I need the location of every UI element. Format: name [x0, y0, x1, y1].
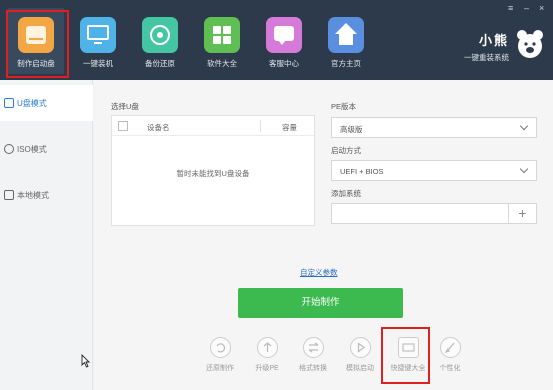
- pe-version-select[interactable]: 高级版: [331, 117, 537, 138]
- add-system-button[interactable]: +: [508, 204, 536, 223]
- nav-label: 备份还原: [145, 59, 175, 68]
- add-system-field[interactable]: +: [331, 203, 537, 224]
- tool-simulate-boot[interactable]: 模拟启动: [342, 337, 378, 373]
- menu-icon[interactable]: ≡: [508, 3, 513, 13]
- sidebar-item-usb-mode[interactable]: U盘模式: [0, 85, 93, 121]
- nav-backup-restore[interactable]: 备份还原: [132, 8, 188, 74]
- pe-version-value: 高级版: [340, 125, 363, 134]
- chat-icon: [266, 17, 302, 53]
- chevron-down-icon: [519, 164, 529, 174]
- tool-personalize[interactable]: 个性化: [432, 337, 468, 373]
- column-capacity: 容量: [282, 123, 297, 132]
- sidebar-item-local-mode[interactable]: 本地模式: [0, 177, 93, 213]
- minimize-icon[interactable]: –: [524, 3, 529, 13]
- custom-params-link[interactable]: 自定义参数: [300, 267, 338, 278]
- brand-title: 小熊: [478, 33, 509, 48]
- tool-restore-make[interactable]: 还原制作: [202, 337, 238, 373]
- brush-icon: [439, 337, 461, 358]
- nav-one-click-install[interactable]: 一键装机: [70, 8, 126, 74]
- column-device-name: 设备名: [147, 123, 170, 132]
- chevron-down-icon: [519, 121, 529, 131]
- usb-mode-icon: [4, 98, 14, 108]
- disc-icon: [4, 144, 14, 154]
- brand-subtitle: 一键重装系统: [464, 53, 509, 62]
- empty-device-message: 暂时未能找到U盘设备: [176, 169, 250, 178]
- apps-grid-icon: [204, 17, 240, 53]
- nav-customer-service[interactable]: 客服中心: [256, 8, 312, 74]
- tool-format-convert[interactable]: 格式转换: [295, 337, 331, 373]
- select-usb-label: 选择U盘: [111, 102, 139, 111]
- select-all-checkbox[interactable]: [118, 121, 128, 131]
- start-make-button[interactable]: 开始制作: [238, 288, 403, 318]
- play-icon: [349, 337, 371, 358]
- highlight-box: [381, 327, 430, 384]
- sidebar-item-label: U盘模式: [17, 98, 47, 108]
- tool-label: 升级PE: [255, 365, 279, 372]
- column-divider: [260, 120, 261, 132]
- home-icon: [328, 17, 364, 53]
- device-list-header: 设备名 容量: [112, 116, 314, 136]
- tool-label: 个性化: [439, 365, 461, 372]
- tool-label: 还原制作: [206, 365, 234, 372]
- sidebar: U盘模式 ISO模式 本地模式: [0, 80, 93, 390]
- nav-label: 官方主页: [331, 59, 361, 68]
- sidebar-item-label: 本地模式: [17, 190, 49, 200]
- boot-mode-value: UEFI + BIOS: [340, 167, 384, 176]
- bear-logo-icon: [517, 30, 543, 58]
- pe-version-label: PE版本: [331, 102, 357, 111]
- nav-label: 一键装机: [83, 59, 113, 68]
- mouse-cursor-icon: [81, 354, 90, 368]
- nav-label: 软件大全: [207, 59, 237, 68]
- highlight-box: [6, 10, 69, 78]
- sidebar-item-iso-mode[interactable]: ISO模式: [0, 131, 93, 167]
- local-drive-icon: [4, 190, 14, 200]
- sidebar-item-label: ISO模式: [17, 144, 47, 154]
- nav-software[interactable]: 软件大全: [194, 8, 250, 74]
- convert-icon: [302, 337, 324, 358]
- top-header: 制作启动盘 一键装机 备份还原 软件大全 客服中心 官方主页 ≡ – × 小熊 …: [0, 0, 553, 80]
- close-icon[interactable]: ×: [539, 3, 544, 13]
- tool-label: 模拟启动: [346, 365, 374, 372]
- tool-upgrade-pe[interactable]: 升级PE: [249, 337, 285, 373]
- brand: 小熊 一键重装系统: [464, 30, 509, 63]
- upgrade-icon: [256, 337, 278, 358]
- restore-icon: [142, 17, 178, 53]
- add-system-label: 添加系统: [331, 189, 361, 198]
- main-panel: 选择U盘 设备名 容量 暂时未能找到U盘设备 PE版本 高级版 启动方式 UEF…: [94, 80, 553, 390]
- nav-official-home[interactable]: 官方主页: [318, 8, 374, 74]
- boot-mode-label: 启动方式: [331, 146, 361, 155]
- device-list: 设备名 容量 暂时未能找到U盘设备: [111, 115, 315, 226]
- monitor-icon: [80, 17, 116, 53]
- nav-label: 客服中心: [269, 59, 299, 68]
- tool-label: 格式转换: [299, 365, 327, 372]
- boot-mode-select[interactable]: UEFI + BIOS: [331, 160, 537, 181]
- undo-icon: [209, 337, 231, 358]
